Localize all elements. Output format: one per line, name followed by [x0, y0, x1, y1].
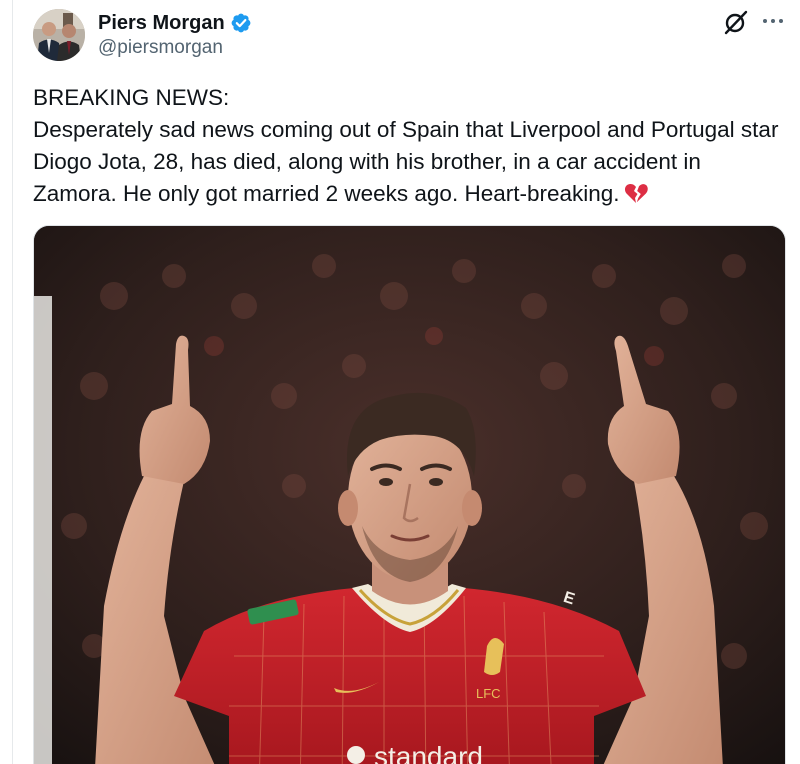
tweet-media-image[interactable]: LFC E standard — [33, 225, 786, 764]
author-name-row[interactable]: Piers Morgan — [98, 9, 252, 37]
avatar[interactable] — [33, 9, 85, 61]
grok-icon[interactable] — [723, 9, 749, 35]
ellipsis-icon — [763, 19, 783, 23]
tweet-text: BREAKING NEWS: Desperately sad news comi… — [33, 82, 783, 210]
author-name[interactable]: Piers Morgan — [98, 12, 225, 35]
tweet-body: BREAKING NEWS: Desperately sad news comi… — [33, 85, 779, 206]
sponsor-text: standard — [374, 741, 483, 764]
tweet: Piers Morgan @piersmorgan BREAKING NEWS:… — [0, 0, 800, 764]
avatar-image — [33, 9, 85, 61]
crest-text: LFC — [476, 686, 501, 701]
thread-divider — [12, 0, 13, 764]
verified-badge-icon — [231, 13, 251, 33]
player-celebration-photo: LFC E standard — [34, 226, 785, 764]
more-options-icon[interactable] — [760, 8, 786, 34]
author-handle[interactable]: @piersmorgan — [98, 37, 223, 59]
broken-heart-emoji-icon — [624, 183, 648, 203]
